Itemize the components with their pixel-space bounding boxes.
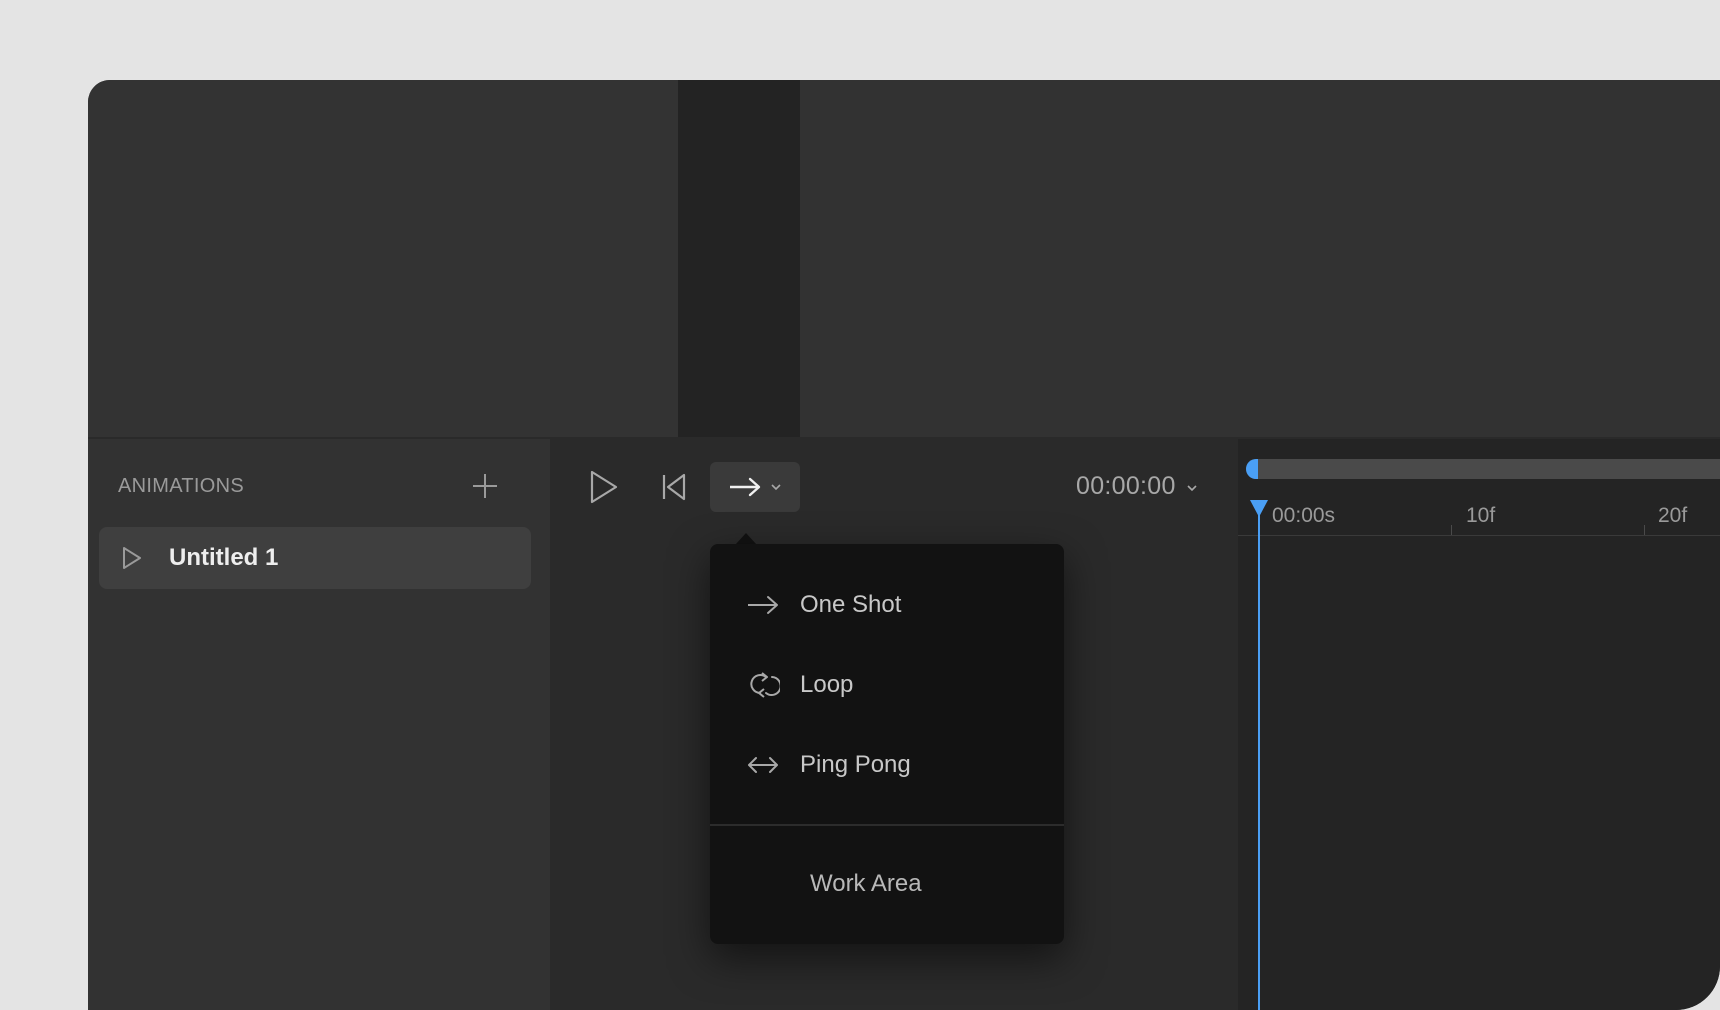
- stage-divider: [678, 80, 800, 438]
- timeline-scrollbar[interactable]: [1246, 459, 1720, 479]
- playhead-line[interactable]: [1258, 505, 1260, 1010]
- add-animation-button[interactable]: [468, 469, 502, 503]
- loop-icon: [750, 672, 780, 698]
- playback-mode-menu: One Shot Loop Ping Pong Work Area: [710, 544, 1064, 944]
- play-icon: [121, 546, 143, 570]
- timeline[interactable]: 00:00s 10f 20f: [1238, 439, 1720, 1010]
- menu-item-work-area[interactable]: Work Area: [810, 870, 922, 898]
- time-display[interactable]: 00:00:00: [1076, 472, 1176, 501]
- ruler-tick: [1451, 525, 1452, 535]
- ping-pong-icon: [748, 757, 778, 773]
- ruler-label: 20f: [1658, 504, 1688, 527]
- chevron-down-icon: [771, 484, 781, 491]
- ruler-label: 10f: [1466, 504, 1496, 527]
- menu-item-one-shot[interactable]: One Shot: [710, 575, 1064, 635]
- window-frame: ANIMATIONS Untitled 1 00:00:00 00:00s 10…: [0, 0, 1720, 1010]
- skip-back-icon: [662, 473, 686, 501]
- arrow-right-icon: [730, 477, 761, 497]
- ruler-tick: [1644, 525, 1645, 535]
- stage-canvas[interactable]: [88, 80, 678, 438]
- ruler-label: 00:00s: [1272, 504, 1336, 527]
- play-button[interactable]: [588, 469, 620, 505]
- playhead-handle-icon[interactable]: [1248, 499, 1270, 519]
- playback-mode-button[interactable]: [710, 462, 800, 512]
- ruler-baseline: [1238, 535, 1720, 536]
- animation-item-label: Untitled 1: [169, 544, 279, 571]
- arrow-right-icon: [748, 596, 778, 614]
- play-icon: [590, 470, 618, 504]
- menu-divider: [710, 824, 1064, 826]
- go-to-start-button[interactable]: [660, 471, 688, 503]
- plus-icon: [473, 474, 497, 498]
- menu-item-loop[interactable]: Loop: [710, 655, 1064, 715]
- menu-item-ping-pong[interactable]: Ping Pong: [710, 735, 1064, 795]
- menu-item-label: Loop: [800, 671, 854, 698]
- chevron-down-icon[interactable]: [1186, 483, 1198, 493]
- animations-panel: ANIMATIONS Untitled 1: [88, 439, 550, 1010]
- animation-item[interactable]: Untitled 1: [99, 527, 531, 589]
- stage-canvas-right[interactable]: [800, 80, 1720, 438]
- menu-item-label: One Shot: [800, 591, 902, 618]
- menu-item-label: Ping Pong: [800, 751, 911, 778]
- timeline-scroll-handle[interactable]: [1246, 459, 1258, 479]
- animations-title: ANIMATIONS: [118, 475, 244, 497]
